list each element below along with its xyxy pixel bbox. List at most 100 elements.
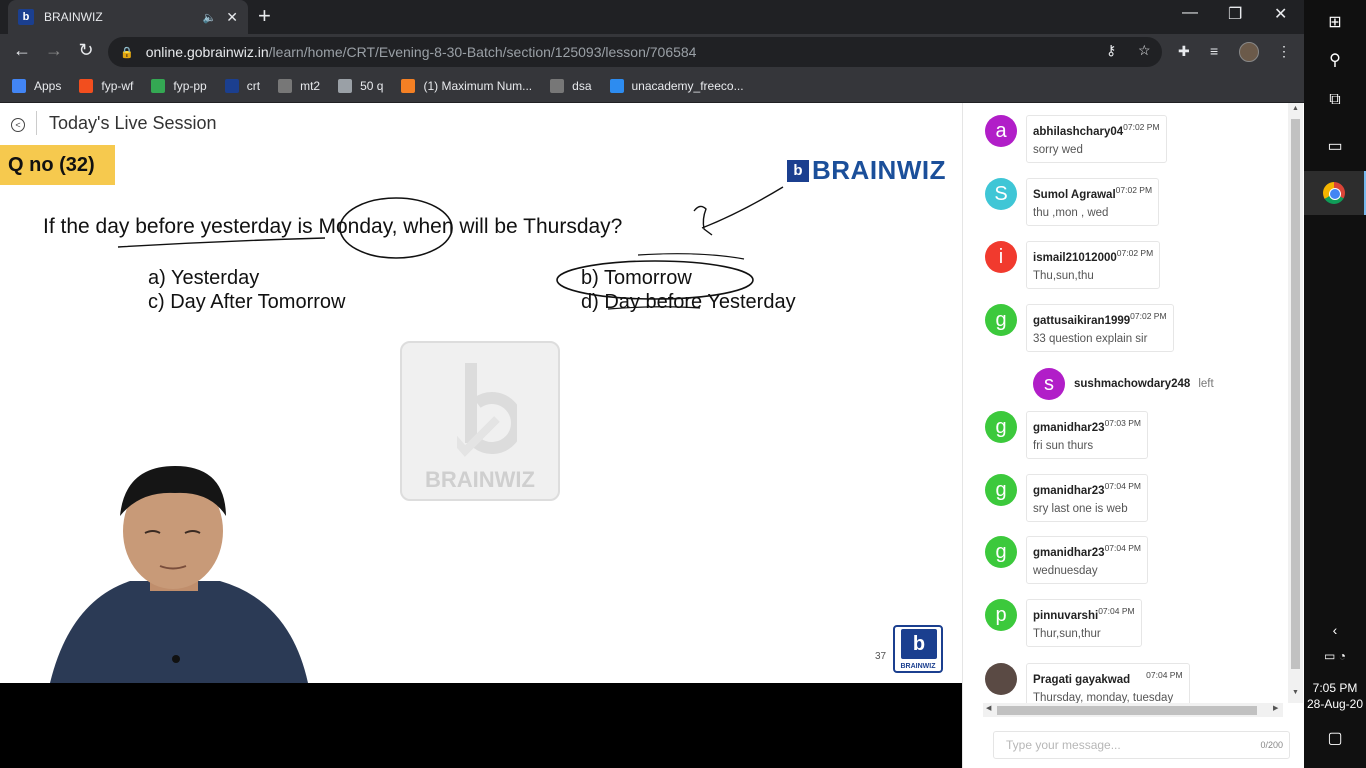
- forward-arrow-icon[interactable]: →: [42, 40, 66, 61]
- message-text: fri sun thurs: [1033, 440, 1094, 452]
- char-counter: 0/200: [1260, 740, 1283, 750]
- message-time: 07:04 PM: [1146, 670, 1183, 680]
- message-time: 07:04 PM: [1104, 481, 1141, 491]
- message-username: Pragati gayakwad: [1033, 674, 1131, 686]
- message-bubble: pinnuvarshi07:04 PM Thur,sun,thur: [1026, 599, 1142, 647]
- bookmark-item[interactable]: mt2: [278, 79, 320, 93]
- avatar: a: [985, 115, 1017, 147]
- scroll-right-arrow-icon[interactable]: ▶: [1273, 704, 1278, 712]
- watermark-b-icon: [457, 363, 517, 457]
- slide-page-number: 37: [875, 651, 887, 662]
- user-left-event: s sushmachowdary248 left: [1033, 368, 1214, 400]
- bookmark-label: dsa: [572, 79, 592, 93]
- watermark-text: BRAINWIZ: [425, 467, 535, 492]
- restore-button[interactable]: ❐: [1228, 4, 1242, 24]
- message-input-box[interactable]: 0/200: [993, 731, 1290, 759]
- avatar: i: [985, 241, 1017, 273]
- tab-title: BRAINWIZ: [44, 10, 103, 24]
- small-logo-text: BRAINWIZ: [900, 663, 936, 670]
- brainwiz-favicon-icon: b: [18, 9, 34, 25]
- clock-date: 28-Aug-20: [1306, 697, 1364, 711]
- lesson-slide: Q no (32) b BRAINWIZ If the day before y…: [0, 143, 962, 683]
- chat-message-list[interactable]: s sushmachowdary248 left a abhilashchary0…: [963, 103, 1288, 703]
- browser-tab[interactable]: b BRAINWIZ 🔈 ✕: [8, 0, 248, 34]
- minimize-button[interactable]: —: [1182, 4, 1198, 22]
- scrollbar-thumb[interactable]: [1291, 119, 1300, 669]
- bookmark-label: 50 q: [360, 79, 384, 93]
- address-bar[interactable]: 🔒 online.gobrainwiz.in/learn/home/CRT/Ev…: [108, 37, 1162, 67]
- close-window-button[interactable]: ✕: [1274, 4, 1287, 24]
- media-control-icon[interactable]: ≡: [1210, 43, 1218, 59]
- avatar: g: [985, 411, 1017, 443]
- windows-taskbar: ⊞ ⚲ ⧉ ▭ ‹ ▭ ◔ ▢: [1304, 0, 1366, 768]
- message-text: Thur,sun,thur: [1033, 628, 1101, 640]
- clock-time: 7:05 PM: [1312, 681, 1358, 695]
- back-circle-icon[interactable]: <: [0, 115, 36, 132]
- message-bubble: ismail2101200007:02 PM Thu,sun,thu: [1026, 241, 1161, 289]
- avatar: g: [985, 304, 1017, 336]
- bookmark-item[interactable]: dsa: [550, 79, 592, 93]
- bookmark-item[interactable]: (1) Maximum Num...: [401, 79, 532, 93]
- lock-icon[interactable]: 🔒: [120, 46, 134, 59]
- avatar: g: [985, 474, 1017, 506]
- scroll-down-arrow-icon[interactable]: ▼: [1288, 689, 1303, 696]
- bookmark-star-icon[interactable]: ☆: [1138, 42, 1151, 59]
- bookmark-item[interactable]: crt: [224, 79, 260, 93]
- message-username: abhilashchary04: [1033, 126, 1124, 138]
- chat-vertical-scrollbar[interactable]: ▲ ▼: [1288, 103, 1303, 703]
- bookmark-item[interactable]: fyp-wf: [79, 79, 133, 93]
- profile-avatar[interactable]: [1239, 42, 1259, 62]
- message-bubble: gmanidhar2307:03 PM fri sun thurs: [1026, 411, 1148, 459]
- header-divider: [36, 111, 37, 135]
- search-icon[interactable]: ⚲: [1304, 38, 1366, 82]
- menu-kebab-icon[interactable]: ⋮: [1277, 43, 1291, 60]
- page-title: Today's Live Session: [49, 112, 217, 133]
- terminal-icon[interactable]: ▭: [1304, 124, 1366, 168]
- page-content: < Today's Live Session Q no (32) b BRAIN…: [0, 103, 1304, 768]
- bookmark-label: mt2: [300, 79, 321, 93]
- notification-icon[interactable]: ▢: [1304, 716, 1366, 760]
- avatar: [985, 663, 1017, 695]
- message-username: gattusaikiran1999: [1033, 315, 1131, 327]
- message-text: sorry wed: [1033, 144, 1083, 156]
- small-brainwiz-logo: b BRAINWIZ: [893, 625, 943, 673]
- message-time: 07:02 PM: [1130, 311, 1167, 321]
- bookmark-label: Apps: [34, 79, 62, 93]
- chat-message: i ismail2101200007:02 PM Thu,sun,thu: [985, 241, 1161, 289]
- chat-message: g gattusaikiran199907:02 PM 33 question ex…: [985, 304, 1174, 352]
- taskbar-clock[interactable]: 7:05 PM 28-Aug-20: [1304, 680, 1366, 712]
- back-arrow-icon[interactable]: ←: [10, 40, 34, 61]
- close-tab-icon[interactable]: ✕: [226, 9, 238, 26]
- small-logo-b-icon: b: [901, 629, 937, 659]
- left-username: sushmachowdary248: [1074, 378, 1191, 390]
- message-input[interactable]: [1006, 738, 1246, 752]
- chat-message: g gmanidhar2307:03 PM fri sun thurs: [985, 411, 1148, 459]
- scroll-left-arrow-icon[interactable]: ◀: [986, 704, 991, 712]
- bookmark-label: fyp-wf: [101, 79, 134, 93]
- extensions-puzzle-icon[interactable]: ✚: [1178, 43, 1190, 60]
- bookmark-item[interactable]: unacademy_freeco...: [609, 79, 744, 93]
- key-icon[interactable]: ⚷: [1106, 42, 1116, 59]
- chat-horizontal-scrollbar[interactable]: ◀ ▶: [983, 703, 1283, 717]
- tab-bar: b BRAINWIZ 🔈 ✕ + — ❐ ✕: [0, 0, 1304, 34]
- reload-icon[interactable]: ↻: [74, 40, 98, 61]
- battery-wifi-icon[interactable]: ▭ ◔: [1304, 634, 1366, 678]
- message-text: sry last one is web: [1033, 503, 1128, 515]
- bookmark-item[interactable]: Apps: [12, 79, 61, 93]
- message-username: ismail21012000: [1033, 252, 1117, 264]
- chrome-taskbar-icon[interactable]: [1304, 171, 1366, 215]
- task-view-icon[interactable]: ⧉: [1304, 78, 1366, 122]
- h-scrollbar-thumb[interactable]: [997, 706, 1257, 715]
- speaker-icon[interactable]: 🔈: [203, 11, 217, 24]
- message-username: Sumol Agrawal: [1033, 189, 1116, 201]
- bookmark-item[interactable]: 50 q: [338, 79, 383, 93]
- new-tab-button[interactable]: +: [258, 4, 271, 28]
- bookmark-label: unacademy_freeco...: [631, 79, 744, 93]
- chat-message: Pragati gayakwad 07:04 PM Thursday, monday…: [985, 663, 1190, 703]
- bookmark-item[interactable]: fyp-pp: [151, 79, 207, 93]
- message-username: gmanidhar23: [1033, 422, 1105, 434]
- scroll-up-arrow-icon[interactable]: ▲: [1288, 105, 1303, 112]
- message-text: thu ,mon , wed: [1033, 207, 1109, 219]
- message-time: 07:04 PM: [1098, 606, 1135, 616]
- chat-message: a abhilashchary0407:02 PM sorry wed: [985, 115, 1167, 163]
